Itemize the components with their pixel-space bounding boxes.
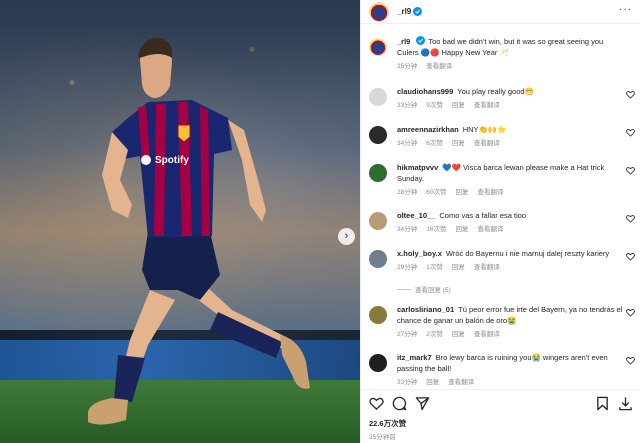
comment-username[interactable]: claudiohans999 [397,87,453,96]
heart-icon[interactable] [626,356,635,365]
heart-icon[interactable] [626,166,635,175]
translate-link[interactable]: 查看翻译 [477,187,503,198]
reply-link[interactable]: 回复 [452,262,465,273]
avatar[interactable] [369,164,387,182]
comment-username[interactable]: x.holy_boy.x [397,249,442,258]
post-side-panel: _rl9 ··· _rl9 Too bad we didn't win, but … [360,0,640,443]
comment-likes[interactable]: 6次赞 [426,138,443,149]
comment-likes[interactable]: 60次赞 [426,187,446,198]
likes-count[interactable]: 22.6万次赞 [369,418,406,429]
avatar[interactable] [369,354,387,372]
avatar[interactable] [369,306,387,324]
download-icon[interactable] [618,396,633,411]
sponsor-label: Spotify [155,155,189,166]
next-photo-button[interactable]: › [338,228,355,245]
comment-likes[interactable]: 1次赞 [426,262,443,273]
comment-time: 27分钟 [397,331,418,338]
comment-time: 29分钟 [397,264,418,271]
post-view: Spotify › _rl9 ··· _rl9 Too bad we didn'… [0,0,640,443]
comment-time: 28分钟 [397,189,418,196]
heart-icon[interactable] [626,214,635,223]
verified-badge-icon [416,36,426,45]
caption-text: Too bad we didn't win, but it was so gre… [397,37,604,57]
reply-link[interactable]: 回复 [452,100,465,111]
translate-link[interactable]: 查看翻译 [474,262,500,273]
comments-list: _rl9 Too bad we didn't win, but it was so… [361,28,640,386]
action-bar [361,389,640,417]
football-player-illustration: Spotify [88,38,310,425]
avatar[interactable] [369,38,387,56]
heart-icon[interactable] [626,252,635,261]
reply-link[interactable]: 回复 [455,224,468,235]
comment-username[interactable]: amreennazirkhan [397,125,459,134]
post-header: _rl9 ··· [361,0,640,24]
avatar[interactable] [369,88,387,106]
reply-link[interactable]: 回复 [426,377,439,386]
avatar[interactable] [369,126,387,144]
comment-likes[interactable]: 9次赞 [426,100,443,111]
share-icon[interactable] [415,396,430,411]
ellipsis-icon[interactable]: ··· [619,4,632,15]
reply-link[interactable]: 回复 [455,187,468,198]
heart-icon[interactable] [626,90,635,99]
comment-text: Wróć do Bayernu i nie marnuj dalej reszt… [445,249,610,258]
avatar[interactable] [369,1,389,22]
translate-link[interactable]: 查看翻译 [474,100,500,111]
view-replies-link[interactable]: 查看回复 (5) [397,284,451,294]
comment-icon[interactable] [392,396,407,411]
post-time: 35分钟前 [369,434,396,441]
translate-link[interactable]: 查看翻译 [477,224,503,235]
translate-link[interactable]: 查看翻译 [474,329,500,340]
post-author-username[interactable]: _rl9 [397,7,411,16]
verified-badge-icon [413,7,423,16]
translate-link[interactable]: 查看翻译 [426,61,452,72]
comment-time: 33分钟 [397,379,418,386]
comment-time: 33分钟 [397,102,418,109]
comment-likes[interactable]: 2次赞 [426,329,443,340]
reply-link[interactable]: 回复 [452,138,465,149]
heart-icon[interactable] [626,128,635,137]
comment-text: You play really good😁 [457,87,534,96]
comment-username[interactable]: itz_mark7 [397,353,432,362]
comment-time: 34分钟 [397,140,418,147]
comment-username[interactable]: hikmatpvvv [397,163,438,172]
comment-username[interactable]: carlosliriano_01 [397,305,454,314]
avatar[interactable] [369,250,387,268]
comment-text: HNY👏🙌🌟 [462,125,507,134]
translate-link[interactable]: 查看翻译 [474,138,500,149]
bookmark-icon[interactable] [595,396,610,411]
caption-username[interactable]: _rl9 [397,37,410,46]
post-photo[interactable]: Spotify › [0,0,360,443]
caption-time: 35分钟 [397,63,418,70]
translate-link[interactable]: 查看翻译 [448,377,474,386]
comment-text: Como vas a fallar esa tioo [439,211,527,220]
heart-icon[interactable] [626,308,635,317]
comment-likes[interactable]: 16次赞 [426,224,446,235]
comment-time: 34分钟 [397,226,418,233]
comment-username[interactable]: oltee_10__ [397,211,435,220]
reply-link[interactable]: 回复 [452,329,465,340]
heart-icon[interactable] [369,396,384,411]
avatar[interactable] [369,212,387,230]
